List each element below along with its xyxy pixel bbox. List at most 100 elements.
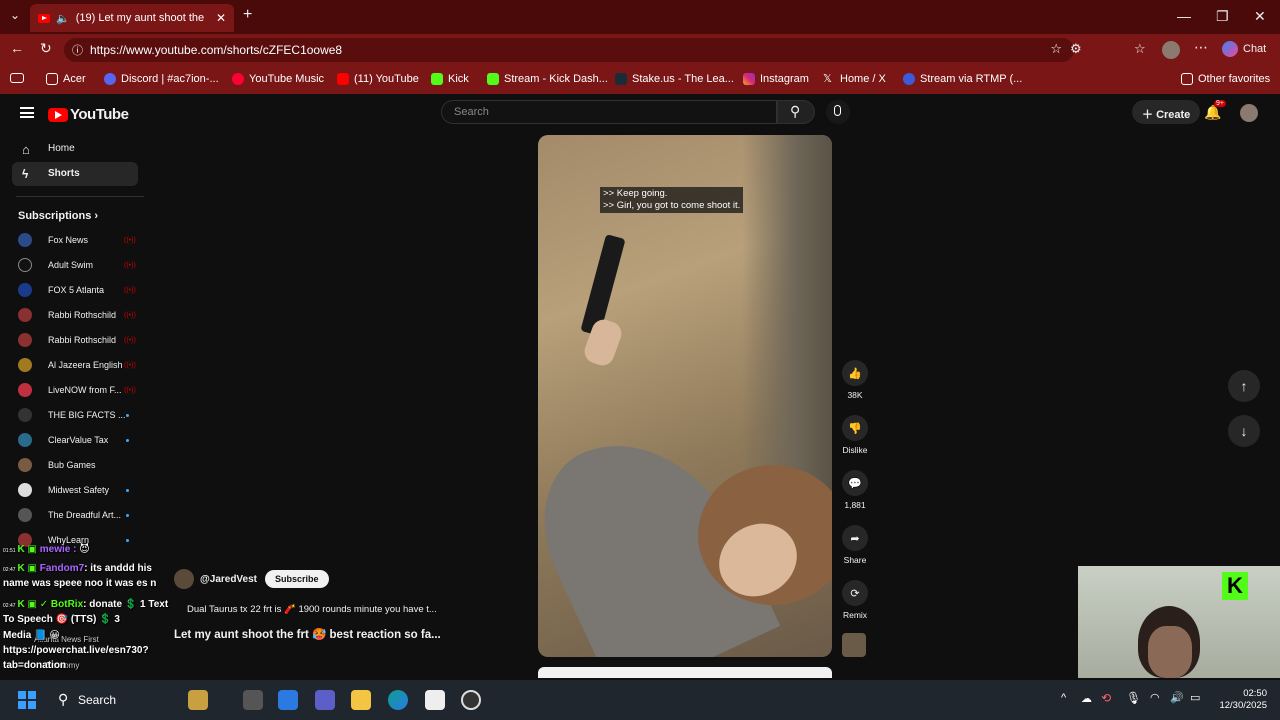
search-input[interactable]: Search [441,100,777,124]
edge-icon[interactable] [388,690,408,710]
channel-name: Al Jazeera English [48,360,123,370]
bookmark-app-icon[interactable] [10,73,24,83]
bookmark-acer[interactable]: Acer [46,73,86,85]
copilot-chat-button[interactable]: Chat [1222,41,1266,57]
subscription-channel[interactable]: Adult Swim ((•)) [18,256,138,274]
subscriptions-header[interactable]: Subscriptions › [18,210,98,222]
chat-user: mewie : [39,544,77,555]
remix-button[interactable]: ⟳ Remix [840,580,870,620]
channel-avatar [18,508,32,522]
notification-badge: 9+ [1214,100,1226,107]
sidebar-item-home[interactable]: ⌂ Home [12,137,138,161]
file-explorer-icon[interactable] [351,690,371,710]
tab-close-icon[interactable]: ✕ [216,11,226,25]
minimize-icon[interactable]: — [1177,8,1191,24]
comments-button[interactable]: 💬 1,881 [840,470,870,510]
subscription-channel[interactable]: Midwest Safety [18,481,138,499]
obs-icon[interactable] [461,690,481,710]
menu-hamburger-icon[interactable] [20,107,34,118]
chat-text: : its anddd his [84,563,152,574]
teams-icon[interactable] [315,690,335,710]
voice-search-button[interactable] [826,100,850,124]
video-description[interactable]: Dual Taurus tx 22 frt is 🧨 1900 rounds m… [187,604,437,615]
subscription-channel[interactable]: THE BIG FACTS ... [18,406,138,424]
create-button[interactable]: ＋ Create [1132,100,1200,124]
extensions-icon[interactable]: ⚙ [1070,41,1082,57]
more-menu-icon[interactable]: ⋯ [1194,39,1208,56]
subscription-channel[interactable]: Bub Games [18,456,138,474]
arrow-up-icon: ↑ [1240,378,1248,394]
volume-icon[interactable]: 🔊 [1170,691,1184,704]
maximize-icon[interactable]: ❐ [1216,8,1229,25]
store-icon[interactable] [278,690,298,710]
bookmark-youtube[interactable]: (11) YouTube [337,73,419,85]
other-favorites[interactable]: Other favorites [1181,73,1270,85]
channel-avatar [18,383,32,397]
dislike-button[interactable]: 👎 Dislike [840,415,870,455]
previous-short-button[interactable]: ↑ [1228,370,1260,402]
bookmark-restream[interactable]: Stream via RTMP (... [903,73,1022,85]
next-short-preview[interactable] [538,667,832,678]
sidebar-item-shorts[interactable]: ϟ Shorts [12,162,138,186]
bookmark-youtube-music[interactable]: YouTube Music [232,73,324,85]
video-title[interactable]: Let my aunt shoot the frt 🥵 best reactio… [174,627,441,641]
favorite-star-icon[interactable]: ☆ [1050,41,1062,57]
subscription-channel[interactable]: Rabbi Rothschild ((•)) [18,306,138,324]
subscription-channel[interactable]: Al Jazeera English ((•)) [18,356,138,374]
bookmark-discord[interactable]: Discord | #ac7ion-... [104,73,219,85]
tray-chevron-icon[interactable]: ^ [1061,692,1066,704]
new-tab-plus-icon[interactable]: + [243,6,252,24]
bookmark-kick[interactable]: Kick [431,73,469,85]
bookmark-stake[interactable]: Stake.us - The Lea... [615,73,734,85]
plus-icon: ＋ [1142,109,1157,121]
refresh-icon[interactable]: ↻ [40,40,52,57]
clock-date: 12/30/2025 [1219,700,1267,711]
microphone-tray-icon[interactable]: 🎙 [1126,691,1141,705]
search-icon: ⚲ [790,103,801,119]
favorites-icon[interactable]: ☆ [1134,41,1146,57]
subscription-channel[interactable]: FOX 5 Atlanta ((•)) [18,281,138,299]
subscription-channel[interactable]: Fox News ((•)) [18,231,138,249]
onedrive-icon[interactable]: ☁ [1081,692,1092,705]
site-info-icon[interactable]: ⓘ [72,42,83,58]
notion-icon[interactable] [425,690,445,710]
share-button[interactable]: ➦ Share [840,525,870,565]
next-short-button[interactable]: ↓ [1228,415,1260,447]
bookmark-instagram[interactable]: Instagram [743,73,809,85]
widgets-icon[interactable] [188,690,208,710]
speaker-icon[interactable]: 🔈 [56,12,70,25]
channel-handle[interactable]: @JaredVest [200,574,257,585]
youtube-logo[interactable]: YouTube [48,106,129,123]
sync-icon[interactable]: ⟲ [1101,691,1111,705]
tab-actions-chevron-icon[interactable]: ⌄ [10,8,20,22]
system-clock[interactable]: 02:50 12/30/2025 [1215,688,1267,712]
short-video-player[interactable]: >> Keep going. >> Girl, you got to come … [538,135,832,657]
like-button[interactable]: 👍 38K [840,360,870,400]
subscription-channel[interactable]: The Dreadful Art... [18,506,138,524]
subscription-channel[interactable]: ClearValue Tax [18,431,138,449]
subscription-channel[interactable]: LiveNOW from F... ((•)) [18,381,138,399]
back-arrow-icon[interactable]: ← [10,40,24,56]
instagram-icon [743,73,755,85]
bookmark-label: Stake.us - The Lea... [632,73,734,85]
close-window-icon[interactable]: ✕ [1254,8,1266,25]
battery-icon[interactable]: ▭ [1190,691,1200,704]
taskbar-search[interactable]: ⚲ Search [50,688,170,712]
task-view-icon[interactable] [243,690,263,710]
wifi-icon[interactable]: ◠ [1150,691,1160,704]
windows-start-icon[interactable] [18,691,36,709]
account-avatar[interactable] [1240,104,1258,122]
subscription-channel[interactable]: Rabbi Rothschild ((•)) [18,331,138,349]
bookmark-x[interactable]: 𝕏 Home / X [823,73,886,85]
channel-name: FOX 5 Atlanta [48,285,105,295]
browser-tab-active[interactable]: 🔈 (19) Let my aunt shoot the frt ✕ [30,4,234,32]
chat-message: https://powerchat.live/esn730? [3,645,149,656]
profile-avatar[interactable] [1162,41,1180,59]
youtube-icon [337,73,349,85]
bookmark-kick-dashboard[interactable]: Stream - Kick Dash... [487,73,608,85]
bookmark-label: Home / X [840,73,886,85]
subscribe-button[interactable]: Subscribe [265,570,329,588]
search-button[interactable]: ⚲ [777,100,815,124]
sound-thumbnail[interactable] [842,633,866,657]
url-field[interactable]: ⓘ https://www.youtube.com/shorts/cZFEC1o… [64,38,1074,62]
